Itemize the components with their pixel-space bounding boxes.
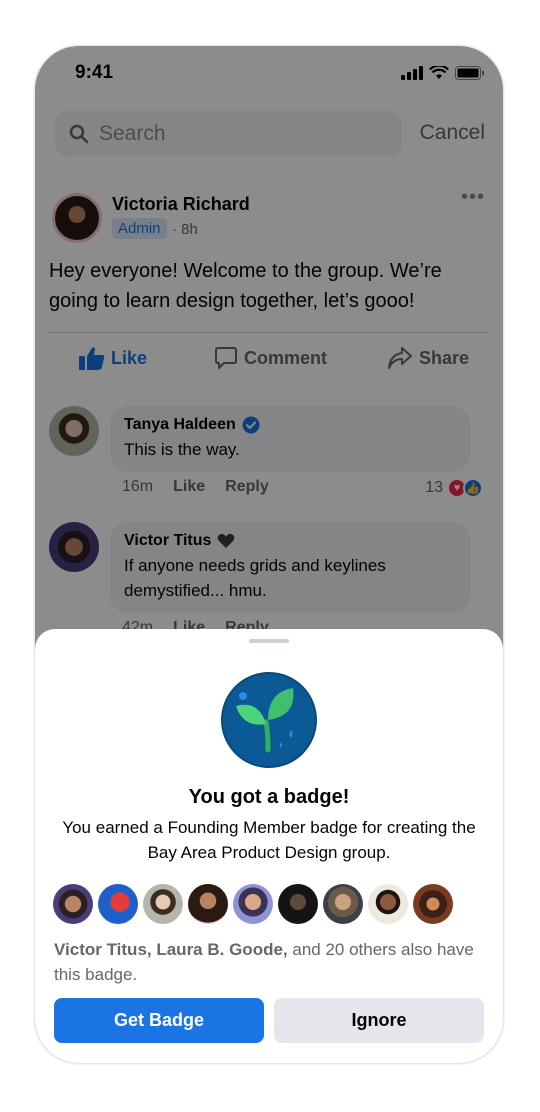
others-names[interactable]: Victor Titus, Laura B. Goode, — [54, 940, 288, 959]
ignore-button[interactable]: Ignore — [274, 998, 484, 1043]
member-avatars[interactable] — [53, 884, 453, 924]
phone-frame: 9:41 Cancel Victoria Richard Admin · 8h … — [35, 46, 503, 1063]
avatar[interactable] — [143, 884, 183, 924]
avatar[interactable] — [233, 884, 273, 924]
avatar[interactable] — [368, 884, 408, 924]
sprout-badge-icon — [221, 672, 317, 768]
avatar[interactable] — [413, 884, 453, 924]
avatar[interactable] — [278, 884, 318, 924]
sheet-description: You earned a Founding Member badge for c… — [62, 818, 476, 862]
sheet-grabber[interactable] — [249, 639, 289, 643]
others-with-badge: Victor Titus, Laura B. Goode, and 20 oth… — [54, 937, 494, 987]
avatar[interactable] — [98, 884, 138, 924]
avatar[interactable] — [323, 884, 363, 924]
avatar[interactable] — [188, 884, 228, 924]
get-badge-button[interactable]: Get Badge — [54, 998, 264, 1043]
avatar[interactable] — [53, 884, 93, 924]
badge-bottom-sheet: You got a badge! You earned a Founding M… — [35, 629, 503, 1063]
sheet-title: You got a badge! — [188, 786, 350, 808]
